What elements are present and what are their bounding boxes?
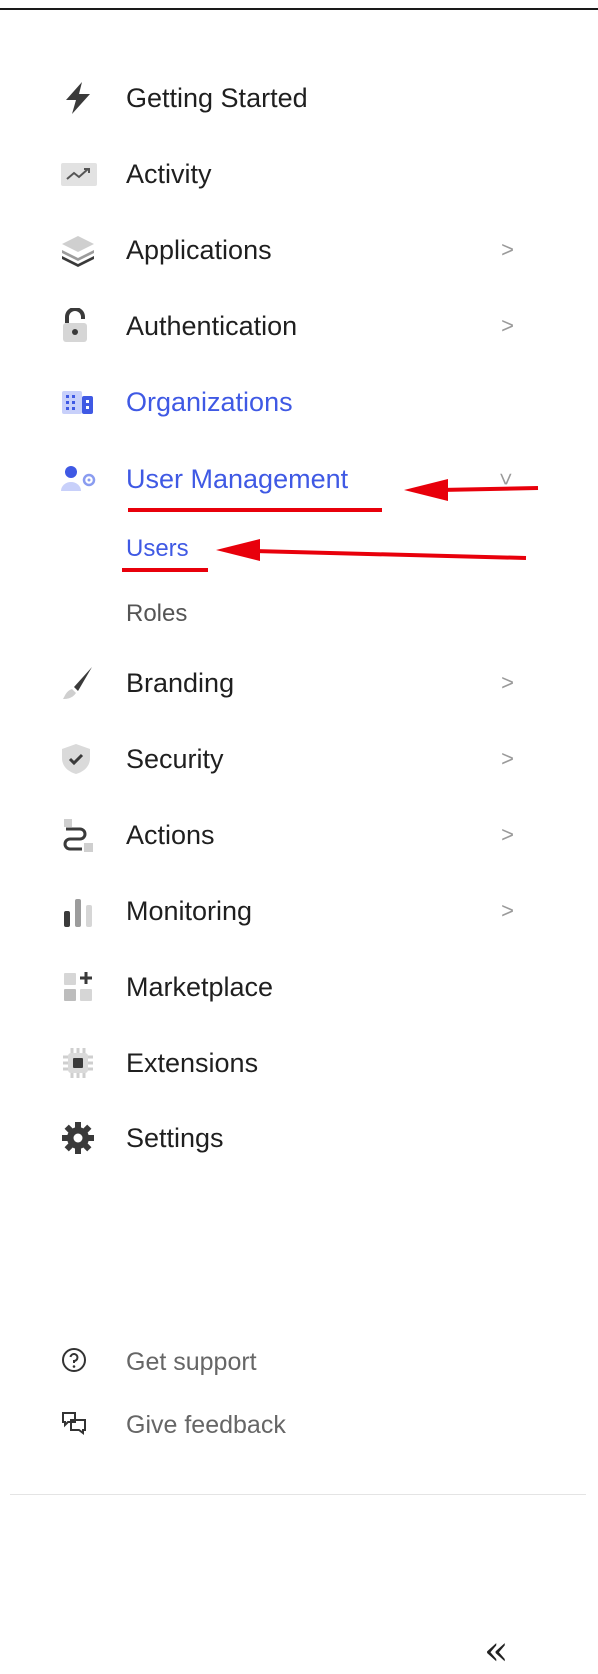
annotation-overlay: [122, 479, 539, 572]
annotation-arrow-users: [216, 539, 527, 561]
annotation-arrow-user-management: [404, 479, 539, 501]
